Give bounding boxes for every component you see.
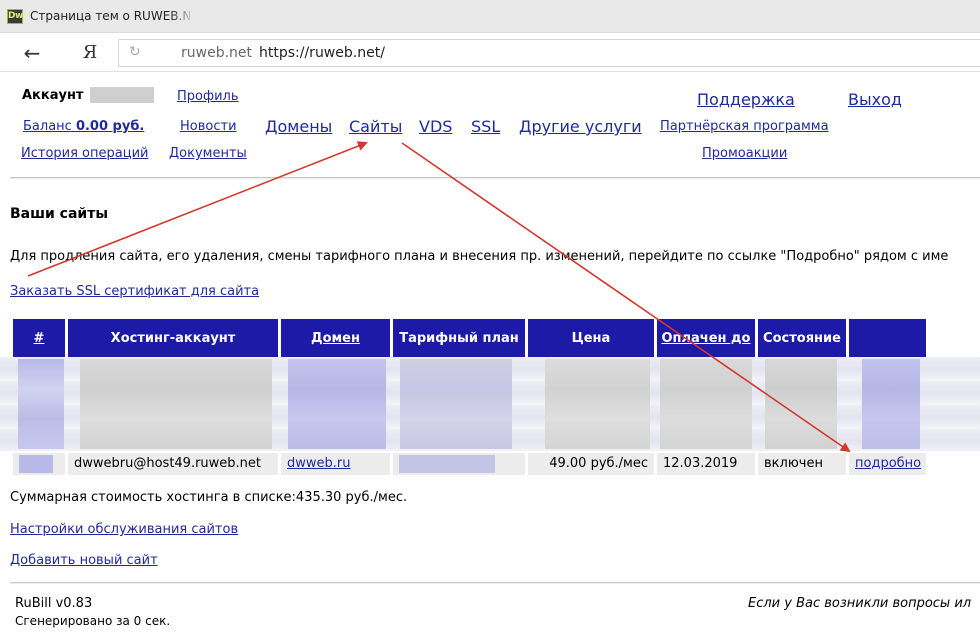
row-status: включен	[758, 453, 846, 475]
col-domain[interactable]: Домен	[281, 319, 390, 357]
history-link[interactable]: История операций	[21, 146, 148, 161]
col-paid-until[interactable]: Оплачен до	[657, 319, 755, 357]
redacted-cell	[400, 359, 512, 449]
nav-sites[interactable]: Сайты	[349, 117, 402, 136]
nav-other-services[interactable]: Другие услуги	[519, 117, 642, 136]
address-bar: ← Я ↻ ruweb.net https://ruweb.net/	[0, 34, 980, 72]
generation-time: Сгенерировано за 0 сек.	[15, 614, 171, 628]
tab-title[interactable]: Страница тем о RUWEB.NET	[30, 9, 190, 23]
row-number-redacted	[13, 453, 65, 475]
footer-question: Если у Вас возникли вопросы ил	[748, 596, 972, 611]
col-actions	[849, 319, 926, 357]
nav-ssl[interactable]: SSL	[471, 117, 500, 136]
support-link[interactable]: Поддержка	[697, 90, 795, 109]
nav-domains[interactable]: Домены	[265, 117, 332, 136]
logout-link[interactable]: Выход	[848, 90, 902, 109]
footer-divider	[10, 582, 980, 584]
news-link[interactable]: Новости	[180, 119, 237, 134]
promo-link[interactable]: Промоакции	[702, 146, 787, 161]
rubill-version: RuBill v0.83	[15, 596, 93, 611]
row-hosting-account: dwwebru@host49.ruweb.net	[68, 453, 278, 475]
row-domain-link[interactable]: dwweb.ru	[281, 453, 390, 475]
col-number[interactable]: #	[13, 319, 65, 357]
url-field[interactable]: ↻ ruweb.net https://ruweb.net/	[118, 39, 980, 67]
balance-link[interactable]: Баланс 0.00 руб.	[23, 119, 144, 134]
col-price: Цена	[528, 319, 654, 357]
redacted-cell	[765, 359, 837, 449]
back-arrow-icon[interactable]: ←	[20, 41, 44, 65]
partner-program-link[interactable]: Партнёрская программа	[660, 119, 829, 134]
service-settings-link[interactable]: Настройки обслуживания сайтов	[10, 522, 238, 537]
reload-icon[interactable]: ↻	[129, 44, 141, 60]
redacted-cell	[288, 359, 386, 449]
add-site-link[interactable]: Добавить новый сайт	[10, 553, 158, 568]
profile-link[interactable]: Профиль	[177, 89, 239, 104]
redacted-cell	[18, 359, 64, 449]
row-details-link[interactable]: подробно	[849, 453, 926, 475]
row-price: 49.00 руб./мес	[528, 453, 654, 475]
row-paid-until: 12.03.2019	[657, 453, 755, 475]
browser-tab-bar: Dw Страница тем о RUWEB.NET	[0, 0, 980, 33]
redacted-cell	[80, 359, 272, 449]
url-text[interactable]: https://ruweb.net/	[259, 45, 385, 61]
tab-title-fade	[170, 6, 195, 28]
dreamweaver-favicon-icon: Dw	[7, 9, 23, 24]
yandex-logo-icon[interactable]: Я	[78, 41, 102, 65]
account-label: Аккаунт	[22, 88, 84, 103]
row-tariff-redacted	[393, 453, 525, 475]
col-status: Состояние	[758, 319, 846, 357]
documents-link[interactable]: Документы	[169, 146, 247, 161]
redacted-cell	[660, 359, 752, 449]
col-hosting-account: Хостинг-аккаунт	[68, 319, 278, 357]
page-content: Аккаунт Профиль Баланс 0.00 руб. Новости…	[0, 73, 980, 638]
nav-vds[interactable]: VDS	[419, 117, 452, 136]
intro-text: Для продления сайта, его удаления, смены…	[10, 249, 949, 264]
col-tariff: Тарифный план	[393, 319, 525, 357]
balance-value: 0.00 руб.	[75, 119, 145, 134]
account-name-redacted	[90, 87, 154, 103]
url-host: ruweb.net	[181, 45, 253, 61]
redacted-cell	[545, 359, 650, 449]
redacted-cell	[862, 359, 920, 449]
order-ssl-link[interactable]: Заказать SSL сертификат для сайта	[10, 284, 259, 299]
balance-label: Баланс	[23, 119, 72, 134]
header-divider	[10, 177, 980, 179]
total-cost: Суммарная стоимость хостинга в списке:43…	[10, 490, 408, 505]
page-title: Ваши сайты	[10, 206, 108, 222]
